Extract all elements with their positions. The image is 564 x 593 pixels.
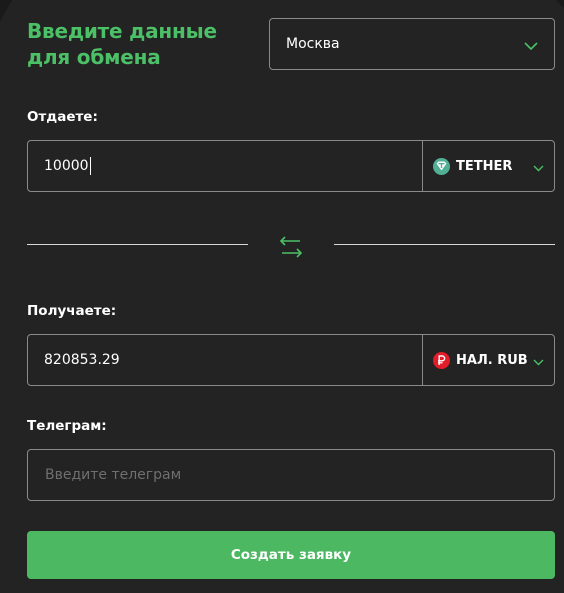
receive-currency-name: НАЛ. RUB <box>456 352 528 368</box>
telegram-input[interactable] <box>27 449 555 501</box>
create-request-button[interactable]: Создать заявку <box>27 531 555 579</box>
divider-left <box>27 244 248 245</box>
give-currency-select[interactable]: TETHER <box>422 141 554 191</box>
give-currency-name: TETHER <box>456 158 513 174</box>
receive-amount-value: 820853.29 <box>44 352 120 368</box>
corner-decoration <box>556 0 564 8</box>
text-cursor <box>89 157 91 175</box>
title-line-2: для обмена <box>27 45 161 69</box>
give-amount-input[interactable]: 10000 <box>28 141 422 191</box>
page-title: Введите данные для обмена <box>27 18 257 70</box>
swap-icon[interactable] <box>278 234 304 260</box>
receive-amount-input[interactable]: 820853.29 <box>28 335 422 385</box>
exchange-form: Введите данные для обмена Москва Отдаете… <box>0 0 564 593</box>
chevron-down-icon <box>533 157 544 176</box>
ruble-icon <box>433 351 450 369</box>
tether-icon <box>433 157 450 175</box>
give-amount-value: 10000 <box>44 158 89 174</box>
city-select-value: Москва <box>286 36 340 52</box>
title-line-1: Введите данные <box>27 19 217 43</box>
divider-right <box>334 244 555 245</box>
receive-field: 820853.29 НАЛ. RUB <box>27 334 555 386</box>
receive-currency-select[interactable]: НАЛ. RUB <box>422 335 554 385</box>
give-field: 10000 TETHER <box>27 140 555 192</box>
telegram-label: Телеграм: <box>27 418 107 434</box>
chevron-down-icon <box>533 351 544 370</box>
city-select[interactable]: Москва <box>269 18 555 70</box>
chevron-down-icon <box>524 35 538 54</box>
give-label: Отдаете: <box>27 109 98 125</box>
receive-label: Получаете: <box>27 303 117 319</box>
corner-decoration <box>0 0 12 22</box>
